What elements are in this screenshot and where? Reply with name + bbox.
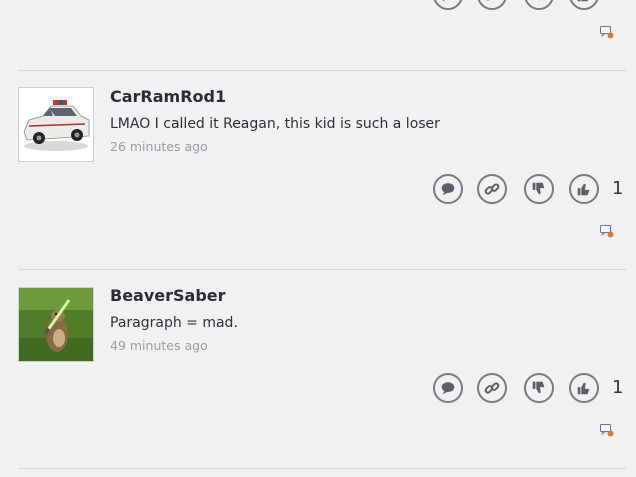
link-icon <box>484 183 500 195</box>
like-button[interactable] <box>569 174 599 204</box>
like-count: 1 <box>612 377 624 398</box>
avatar[interactable] <box>18 287 94 362</box>
reply-icon <box>441 382 455 395</box>
reply-icon <box>441 183 455 196</box>
report-flag-icon[interactable] <box>600 26 614 39</box>
thumbs-up-icon <box>577 0 589 2</box>
thumbs-up-icon <box>577 382 590 395</box>
comment-text: Paragraph = mad. <box>110 315 238 331</box>
report-flag-icon[interactable] <box>600 424 614 437</box>
comment-divider <box>18 468 626 469</box>
thumbs-down-icon <box>532 381 545 394</box>
link-button[interactable] <box>477 373 507 403</box>
thumbs-down-icon <box>538 0 540 1</box>
link-icon <box>484 0 494 1</box>
like-button[interactable] <box>569 373 599 403</box>
dislike-button[interactable] <box>524 373 554 403</box>
comment-divider <box>18 269 626 270</box>
like-button[interactable] <box>569 0 599 10</box>
link-icon <box>484 382 500 394</box>
username[interactable]: BeaverSaber <box>110 286 226 305</box>
reply-button[interactable] <box>433 0 463 10</box>
avatar[interactable] <box>18 87 94 162</box>
like-count: 1 <box>612 178 624 199</box>
dislike-button[interactable] <box>524 0 554 10</box>
police-car-avatar <box>19 88 93 161</box>
timestamp[interactable]: 49 minutes ago <box>110 338 208 353</box>
reply-button[interactable] <box>433 174 463 204</box>
groundhog-lightsaber-avatar <box>19 288 93 361</box>
thumbs-up-icon <box>577 183 590 196</box>
reply-icon <box>442 0 446 2</box>
reply-button[interactable] <box>433 373 463 403</box>
dislike-button[interactable] <box>524 174 554 204</box>
thumbs-down-icon <box>532 182 545 195</box>
link-button[interactable] <box>477 174 507 204</box>
report-flag-icon[interactable] <box>600 225 614 238</box>
comment-text: LMAO I called it Reagan, this kid is suc… <box>110 116 440 132</box>
timestamp[interactable]: 26 minutes ago <box>110 139 208 154</box>
username[interactable]: CarRamRod1 <box>110 87 226 106</box>
comment-divider <box>18 70 626 71</box>
link-button[interactable] <box>477 0 507 10</box>
comments-page: CarRamRod1 LMAO I called it Reagan, this… <box>0 0 636 477</box>
